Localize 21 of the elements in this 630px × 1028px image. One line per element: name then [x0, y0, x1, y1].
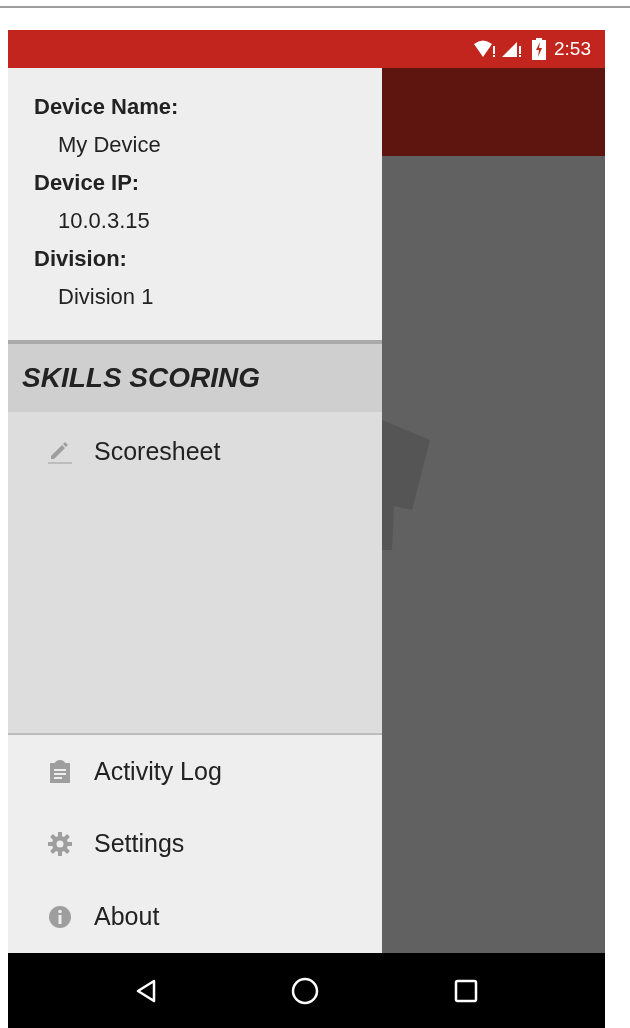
wifi-icon	[474, 40, 496, 58]
home-button[interactable]	[290, 976, 319, 1005]
menu-item[interactable]: Scoresheet	[8, 418, 241, 484]
field-value: Division 1	[57, 283, 154, 311]
info-icon	[48, 904, 72, 929]
menu-item[interactable]: Settings	[8, 814, 205, 874]
status-time: 2:53	[554, 38, 591, 60]
clipboard-icon	[48, 759, 72, 784]
recents-button[interactable]	[453, 978, 478, 1003]
field-value: My Device	[57, 131, 161, 159]
field-label: Device Name:	[34, 93, 179, 121]
section-title: SKILLS SCORING	[8, 344, 382, 412]
menu-item[interactable]: About	[8, 886, 180, 947]
gear-icon	[48, 832, 72, 856]
back-button[interactable]	[135, 978, 156, 1003]
field-label: Device IP:	[34, 169, 140, 197]
battery-icon	[532, 38, 546, 60]
field-label: Division:	[34, 245, 127, 273]
menu-item[interactable]: Activity Log	[8, 741, 242, 802]
field-value: 10.0.3.15	[57, 207, 150, 235]
signal-icon	[502, 40, 522, 58]
